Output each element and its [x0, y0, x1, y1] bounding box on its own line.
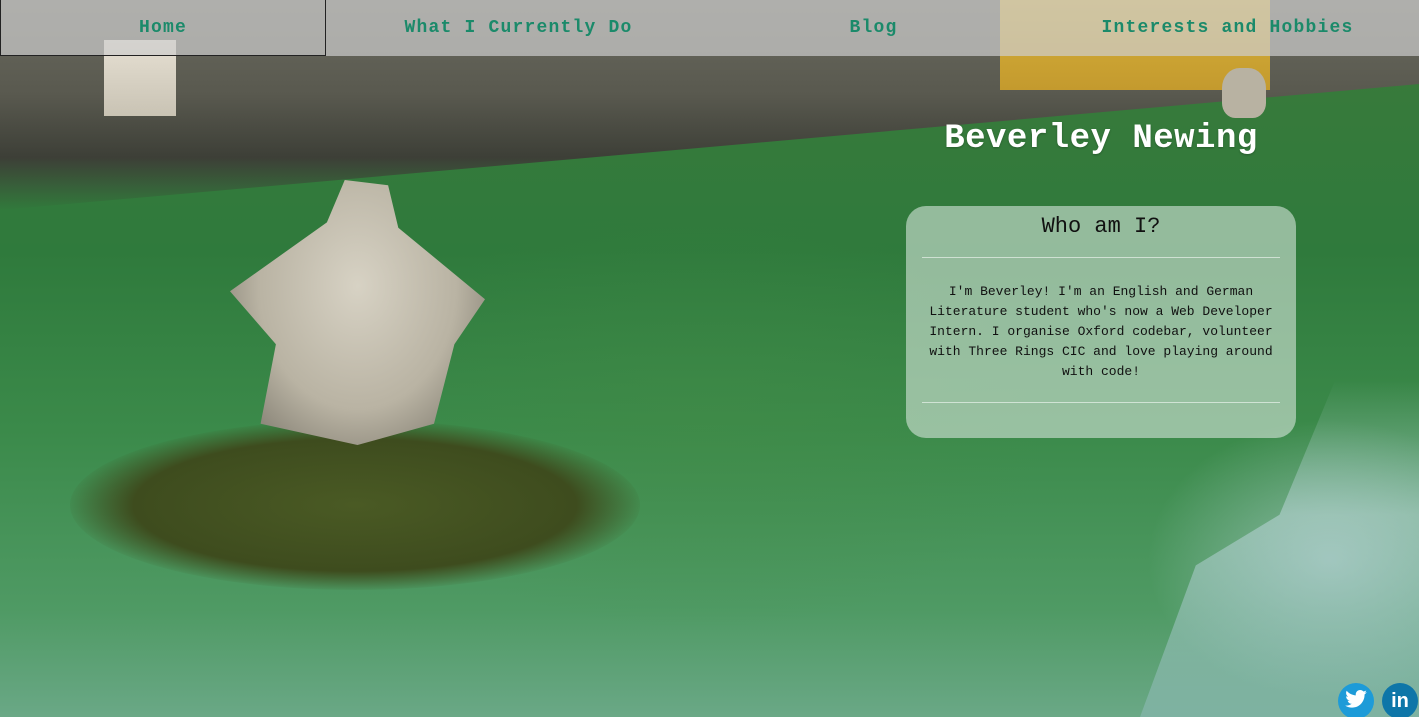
- about-card: Who am I? I'm Beverley! I'm an English a…: [906, 206, 1296, 438]
- nav-what-i-currently-do[interactable]: What I Currently Do: [326, 0, 711, 56]
- page-title: Beverley Newing: [944, 120, 1258, 158]
- about-divider-top: [922, 257, 1280, 258]
- background-small-statue: [1222, 68, 1266, 118]
- about-heading: Who am I?: [1041, 214, 1161, 239]
- twitter-icon: [1345, 690, 1367, 712]
- nav-blog[interactable]: Blog: [711, 0, 1036, 56]
- linkedin-icon: in: [1391, 690, 1409, 712]
- about-text: I'm Beverley! I'm an English and German …: [929, 284, 1273, 379]
- page: Home What I Currently Do Blog Interests …: [0, 0, 1419, 717]
- twitter-link[interactable]: [1338, 683, 1374, 717]
- background-statue: [230, 180, 485, 445]
- nav-home[interactable]: Home: [0, 0, 326, 56]
- linkedin-link[interactable]: in: [1382, 683, 1418, 717]
- background-rock: [70, 420, 640, 590]
- nav-interests-and-hobbies[interactable]: Interests and Hobbies: [1036, 0, 1419, 56]
- top-nav: Home What I Currently Do Blog Interests …: [0, 0, 1419, 56]
- about-divider-bottom: [922, 402, 1280, 403]
